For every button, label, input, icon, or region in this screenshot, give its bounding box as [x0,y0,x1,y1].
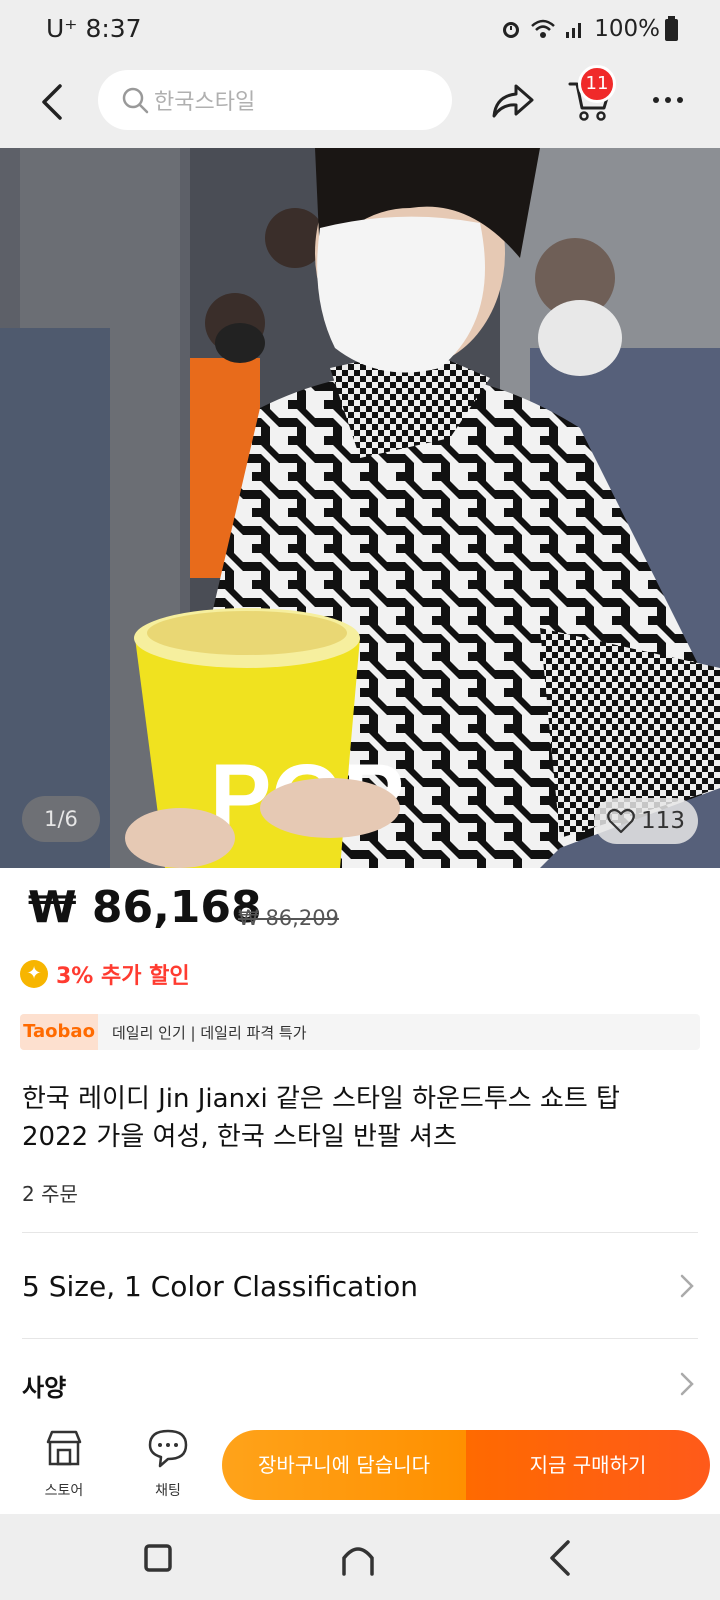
signal-icon [566,23,582,38]
battery-icon [665,16,678,41]
chat-icon [148,1429,188,1468]
original-price: ₩ 86,209 [238,906,339,930]
taobao-tag: Taobao [20,1014,98,1050]
recent-apps-icon[interactable] [136,1536,180,1580]
bottom-action-bar: 스토어 채팅 장바구니에 담습니다 지금 구매하기 [0,1414,720,1514]
share-icon[interactable] [490,78,536,124]
like-button[interactable]: 113 [594,798,698,844]
store-button[interactable]: 스토어 [24,1426,104,1506]
add-to-cart-button[interactable]: 장바구니에 담습니다 [222,1430,466,1500]
battery-percent: 100% [594,16,660,42]
back-icon[interactable] [30,78,78,126]
spec-row[interactable]: 사양 [22,1354,698,1414]
search-input[interactable]: 한국스타일 [98,70,452,130]
size-color-row[interactable]: 5 Size, 1 Color Classification [22,1256,698,1316]
product-image[interactable]: POP [0,148,720,868]
chat-button[interactable]: 채팅 [128,1426,208,1506]
chat-label: 채팅 [155,1483,181,1499]
status-bar: U⁺ 8:37 100% [0,0,720,58]
store-icon [46,1430,82,1466]
search-placeholder: 한국스타일 [154,90,256,115]
like-count: 113 [641,808,685,834]
cart-count-badge: 11 [578,65,616,103]
wifi-icon [531,19,556,38]
heart-icon [607,808,635,834]
back-nav-icon[interactable] [540,1536,584,1580]
taobao-text: 데일리 인기 | 데일리 파격 특가 [112,1024,307,1042]
more-options-icon[interactable] [648,80,688,120]
product-title: 한국 레이디 Jin Jianxi 같은 스타일 하운드투스 쇼트 탑 2022… [22,1084,620,1152]
image-counter: 1/6 [22,796,100,842]
divider [22,1338,698,1339]
top-navigation: 한국스타일 11 [0,58,720,148]
store-label: 스토어 [44,1483,84,1499]
buy-now-button[interactable]: 지금 구매하기 [466,1430,710,1500]
status-carrier-time: U⁺ 8:37 [46,14,142,43]
home-icon[interactable] [336,1536,380,1580]
order-count: 2 주문 [22,1182,78,1206]
chevron-right-icon [680,1372,694,1396]
chevron-right-icon [680,1274,694,1298]
status-icons: 100% [500,16,660,42]
discount-row: ✦ 3% 추가 할인 [20,958,190,990]
divider [22,1232,698,1233]
taobao-strip[interactable]: Taobao 데일리 인기 | 데일리 파격 특가 [20,1014,700,1050]
price: ₩ 86,168 [28,882,262,933]
discount-text: 3% 추가 할인 [56,964,190,989]
alarm-icon [503,22,520,38]
spec-label: 사양 [22,1374,67,1402]
product-photo: POP [0,148,720,868]
size-color-label: 5 Size, 1 Color Classification [22,1270,418,1303]
search-icon [122,87,149,114]
system-navigation-bar [0,1514,720,1600]
coin-icon: ✦ [20,960,48,988]
